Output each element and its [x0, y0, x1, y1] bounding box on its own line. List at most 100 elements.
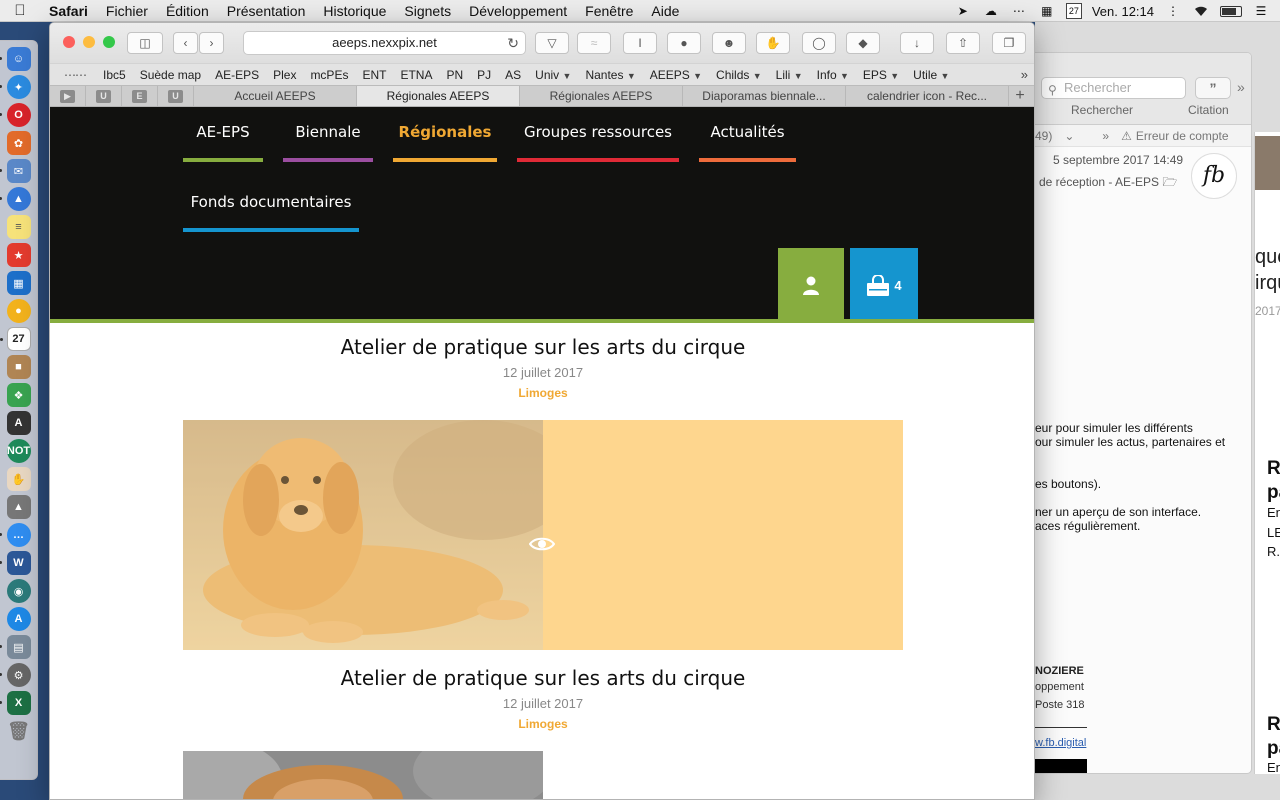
menu-aide[interactable]: Aide: [642, 3, 688, 19]
browser-tab[interactable]: Diaporamas biennale...: [683, 86, 846, 106]
bookmark-folder[interactable]: Utile ▼: [906, 68, 956, 82]
article-title[interactable]: Atelier de pratique sur les arts du cirq…: [50, 666, 1034, 690]
bookmark-folder[interactable]: Childs ▼: [709, 68, 769, 82]
clock[interactable]: Ven. 12:14: [1092, 4, 1154, 19]
bookmark-item[interactable]: ETNA: [393, 68, 439, 82]
bookmark-folder[interactable]: EPS ▼: [856, 68, 906, 82]
close-window-button[interactable]: [63, 36, 75, 48]
nav-item-regionales[interactable]: Régionales: [393, 123, 497, 162]
photos-icon[interactable]: ✿: [6, 131, 31, 155]
rw-item1-title-2[interactable]: pa: [1267, 482, 1280, 504]
hand-icon[interactable]: ✋: [6, 467, 31, 491]
messages-icon[interactable]: …: [0, 523, 31, 547]
reader-button[interactable]: I: [623, 32, 657, 54]
bookmark-item[interactable]: PJ: [470, 68, 498, 82]
sidebar-toggle-button[interactable]: ◫: [127, 32, 163, 54]
trash-icon[interactable]: 🗑: [7, 719, 31, 743]
downloads-button[interactable]: ↓: [900, 32, 934, 54]
article-title[interactable]: Atelier de pratique sur les arts du cirq…: [50, 335, 1034, 359]
bookmark-folder[interactable]: Info ▼: [810, 68, 856, 82]
excel-icon[interactable]: X: [0, 691, 31, 715]
trello-icon[interactable]: ▦: [6, 271, 31, 295]
minimize-window-button[interactable]: [83, 36, 95, 48]
font-book-icon[interactable]: A: [6, 411, 31, 435]
opera-icon[interactable]: O: [0, 103, 31, 127]
pinned-tab[interactable]: U: [158, 86, 194, 106]
new-tab-button[interactable]: +: [1009, 86, 1031, 106]
finder-icon[interactable]: ☺: [0, 47, 31, 71]
battery-icon[interactable]: [1220, 5, 1242, 17]
background-window-right[interactable]: que irqu 2017 Re pa En LE R. Re pa En: [1254, 132, 1280, 774]
bookmark-item[interactable]: Plex: [266, 68, 303, 82]
mail-icon[interactable]: ✉: [0, 159, 31, 183]
pinned-tab[interactable]: E: [122, 86, 158, 106]
calendar-icon[interactable]: 27: [1065, 3, 1082, 19]
menu-extra-icon[interactable]: ▦: [1038, 4, 1056, 18]
bookmark-folder[interactable]: Univ ▼: [528, 68, 578, 82]
menu-list-icon[interactable]: ☰: [1252, 4, 1270, 18]
maps-icon[interactable]: ❖: [6, 383, 31, 407]
not-icon[interactable]: NOT: [6, 439, 31, 463]
forward-button[interactable]: ›: [199, 32, 224, 54]
tabs-overview-button[interactable]: ❐: [992, 32, 1026, 54]
article-photo[interactable]: [183, 751, 543, 799]
grid-icon[interactable]: ⋯⋯: [64, 68, 87, 82]
evernote-button[interactable]: ◆: [846, 32, 880, 54]
bookmarks-overflow-icon[interactable]: »: [1021, 67, 1028, 82]
quote-button[interactable]: ”: [1195, 77, 1231, 99]
bookmark-item[interactable]: AE-EPS: [208, 68, 266, 82]
cloud-icon[interactable]: ☁: [982, 4, 1000, 18]
nav-item-actualites[interactable]: Actualités: [699, 123, 796, 162]
send-icon[interactable]: ➤: [954, 4, 972, 18]
nav-item-fonds-documentaires[interactable]: Fonds documentaires: [183, 193, 359, 232]
zoom-window-button[interactable]: [103, 36, 115, 48]
mailbox-count[interactable]: 49): [1035, 129, 1052, 143]
menu-historique[interactable]: Historique: [314, 3, 395, 19]
rw-item2-title-2[interactable]: pa: [1267, 738, 1280, 760]
overflow-icon[interactable]: »: [1102, 129, 1109, 143]
wifi-icon[interactable]: [1192, 4, 1210, 18]
rss-button[interactable]: ≈: [577, 32, 611, 54]
article-region[interactable]: Limoges: [50, 717, 1034, 731]
bookmark-folder[interactable]: Nantes ▼: [578, 68, 642, 82]
bookmark-item[interactable]: AS: [498, 68, 528, 82]
address-bar[interactable]: aeeps.nexxpix.net ↻: [243, 31, 526, 55]
browser-tab[interactable]: calendrier icon - Rec...: [846, 86, 1009, 106]
compass-icon[interactable]: ◉: [6, 579, 31, 603]
cart-button[interactable]: 4: [850, 248, 918, 323]
safari-window[interactable]: ◫ ‹ › aeeps.nexxpix.net ↻ ▽ ≈ I ● ☻ ✋ ◯ …: [49, 22, 1035, 800]
bookmark-folder[interactable]: AEEPS ▼: [643, 68, 709, 82]
extension-drop-button[interactable]: ●: [667, 32, 701, 54]
menu-fichier[interactable]: Fichier: [97, 3, 157, 19]
eye-icon[interactable]: [529, 536, 555, 552]
bookmark-item[interactable]: Ibc5: [96, 68, 133, 82]
rw-item2-title-1[interactable]: Re: [1267, 714, 1280, 736]
pinned-tab-youtube[interactable]: ▶: [50, 86, 86, 106]
bookmark-item[interactable]: Suède map: [133, 68, 208, 82]
launchpad-icon[interactable]: ▲: [0, 187, 31, 211]
browser-tab[interactable]: Accueil AEEPS: [194, 86, 357, 106]
safari-icon[interactable]: ✦: [0, 75, 31, 99]
bookmark-item[interactable]: mcPEs: [303, 68, 355, 82]
bookmark-item[interactable]: ENT: [355, 68, 393, 82]
mail-search-field[interactable]: ⚲ Rechercher: [1041, 77, 1186, 99]
menu-edition[interactable]: Édition: [157, 3, 218, 19]
browser-tab[interactable]: Régionales AEEPS: [520, 86, 683, 106]
image-hover-overlay[interactable]: [543, 420, 903, 650]
nav-item-ae-eps[interactable]: AE-EPS: [183, 123, 263, 162]
article-card[interactable]: [183, 751, 903, 799]
bookmark-folder[interactable]: Lili ▼: [769, 68, 810, 82]
app-store-icon[interactable]: A: [6, 607, 31, 631]
account-error-label[interactable]: Erreur de compte: [1136, 129, 1229, 143]
contacts-icon[interactable]: ■: [6, 355, 31, 379]
article-photo[interactable]: [183, 420, 543, 650]
ghostery-button[interactable]: ☻: [712, 32, 746, 54]
sig-link[interactable]: w.fb.digital: [1035, 737, 1086, 749]
1password-button[interactable]: ◯: [802, 32, 836, 54]
calendar-app-icon[interactable]: 27: [0, 327, 31, 351]
nav-item-biennale[interactable]: Biennale: [283, 123, 373, 162]
article-card[interactable]: [183, 420, 903, 650]
system-preferences-icon[interactable]: ⚙: [0, 663, 31, 687]
signal-icon[interactable]: ⋮: [1164, 4, 1182, 18]
menu-fenetre[interactable]: Fenêtre: [576, 3, 642, 19]
